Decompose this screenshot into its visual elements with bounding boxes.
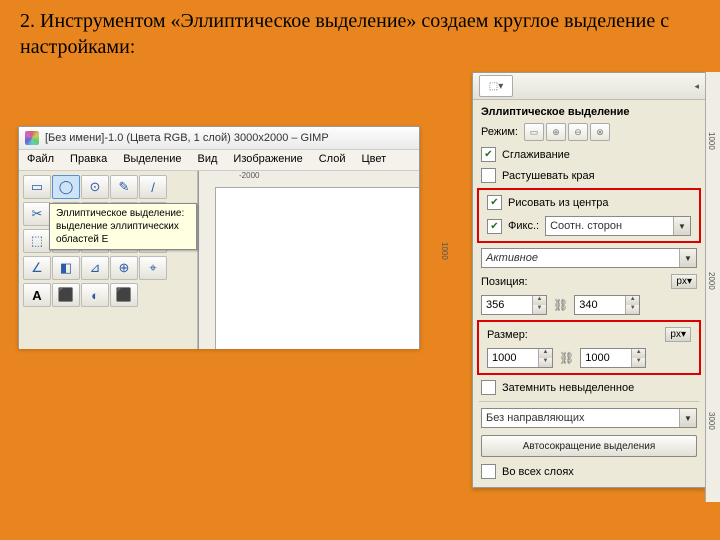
tool-text[interactable]: A: [23, 283, 51, 307]
tool-scissors[interactable]: ✂: [23, 202, 51, 226]
tool-fuzzy-select[interactable]: ✎: [110, 175, 138, 199]
gimp-icon: [25, 131, 39, 145]
autoshrink-button[interactable]: Автосокращение выделения: [481, 435, 697, 457]
from-center-checkbox[interactable]: ✔: [487, 195, 502, 210]
size-h-input[interactable]: 1000 ▲▼: [580, 348, 646, 368]
canvas-area[interactable]: -2000 1000: [198, 171, 419, 349]
feather-checkbox[interactable]: [481, 168, 496, 183]
tool-bucket[interactable]: ⬛: [52, 283, 80, 307]
tool-rect-select[interactable]: ▭: [23, 175, 51, 199]
spin-down-icon[interactable]: ▼: [631, 358, 645, 367]
highlight-size: Размер: px▾ 1000 ▲▼ ⛓ 1000 ▲▼: [477, 320, 701, 375]
ruler-mark: 2000: [707, 272, 716, 290]
highlight-center-fixed: ✔ Рисовать из центра ✔ Фикс.: Соотн. сто…: [477, 188, 701, 243]
dropdown-caret-icon[interactable]: ▼: [679, 409, 696, 427]
ruler-mark: 1000: [707, 132, 716, 150]
menu-image[interactable]: Изображение: [225, 150, 310, 170]
spin-down-icon[interactable]: ▼: [532, 305, 546, 314]
tool-shear[interactable]: ◧: [52, 256, 80, 280]
window-title: [Без имени]-1.0 (Цвета RGB, 1 слой) 3000…: [45, 132, 329, 144]
position-label: Позиция:: [481, 276, 528, 288]
menu-layer[interactable]: Слой: [311, 150, 354, 170]
mode-intersect-icon[interactable]: ⊗: [590, 123, 610, 141]
mode-add-icon[interactable]: ⊕: [546, 123, 566, 141]
pos-y-input[interactable]: 340 ▲▼: [574, 295, 640, 315]
from-center-label: Рисовать из центра: [508, 197, 609, 209]
ruler-left: [199, 187, 216, 349]
ruler-mark: 3000: [707, 412, 716, 430]
all-layers-checkbox[interactable]: [481, 464, 496, 479]
spin-up-icon[interactable]: ▲: [532, 296, 546, 305]
tool-measure[interactable]: ⬚: [23, 229, 51, 253]
mode-label: Режим:: [481, 126, 518, 138]
mode-row: Режим: ▭ ⊕ ⊖ ⊗: [473, 120, 705, 144]
fixed-label: Фикс.:: [508, 220, 539, 232]
pos-x-input[interactable]: 356 ▲▼: [481, 295, 547, 315]
dropdown-caret-icon[interactable]: ▼: [679, 249, 696, 267]
pos-x-value: 356: [486, 299, 504, 311]
spin-up-icon[interactable]: ▲: [538, 349, 552, 358]
tool-perspective[interactable]: ⊿: [81, 256, 109, 280]
dropdown-caret-icon[interactable]: ▼: [673, 217, 690, 235]
options-tabrow: ⬚▾ ◂: [473, 73, 705, 100]
tab-menu-caret-icon[interactable]: ◂: [694, 81, 699, 92]
menu-file[interactable]: Файл: [19, 150, 62, 170]
tab-tool-options-icon[interactable]: ⬚▾: [479, 75, 513, 97]
menubar: Файл Правка Выделение Вид Изображение Сл…: [19, 150, 419, 171]
antialias-checkbox[interactable]: ✔: [481, 147, 496, 162]
ruler-side-label: 1000: [440, 242, 449, 260]
menu-edit[interactable]: Правка: [62, 150, 115, 170]
spin-up-icon[interactable]: ▲: [631, 349, 645, 358]
tool-flip[interactable]: ⊕: [110, 256, 138, 280]
tool-cage[interactable]: ⌖: [139, 256, 167, 280]
tool-color-select[interactable]: /: [139, 175, 167, 199]
menu-select[interactable]: Выделение: [115, 150, 189, 170]
tool-options-panel: ⬚▾ ◂ Эллиптическое выделение Режим: ▭ ⊕ …: [472, 72, 706, 488]
feather-label: Растушевать края: [502, 170, 595, 182]
tooltip: Эллиптическое выделение: выделение эллип…: [49, 203, 197, 250]
guides-value: Без направляющих: [486, 412, 585, 424]
mode-subtract-icon[interactable]: ⊖: [568, 123, 588, 141]
menu-view[interactable]: Вид: [190, 150, 226, 170]
gimp-main-window: [Без имени]-1.0 (Цвета RGB, 1 слой) 3000…: [18, 126, 420, 348]
spin-down-icon[interactable]: ▼: [625, 305, 639, 314]
fixed-value: Соотн. сторон: [550, 220, 622, 232]
darken-checkbox[interactable]: [481, 380, 496, 395]
size-w-input[interactable]: 1000 ▲▼: [487, 348, 553, 368]
right-ruler: 1000 2000 3000: [705, 72, 720, 502]
mode-replace-icon[interactable]: ▭: [524, 123, 544, 141]
options-title: Эллиптическое выделение: [473, 100, 705, 120]
titlebar: [Без имени]-1.0 (Цвета RGB, 1 слой) 3000…: [19, 127, 419, 150]
size-w-value: 1000: [492, 352, 516, 364]
tool-gradient[interactable]: ◐: [81, 283, 109, 307]
link-icon[interactable]: ⛓: [553, 298, 568, 312]
spin-down-icon[interactable]: ▼: [538, 358, 552, 367]
fixed-checkbox[interactable]: ✔: [487, 219, 502, 234]
active-value: Активное: [486, 252, 538, 264]
guides-dropdown[interactable]: Без направляющих ▼: [481, 408, 697, 428]
instruction-text: 2. Инструментом «Эллиптическое выделение…: [20, 8, 700, 60]
link-icon[interactable]: ⛓: [559, 351, 574, 365]
active-dropdown[interactable]: Активное ▼: [481, 248, 697, 268]
all-layers-label: Во всех слоях: [502, 466, 574, 478]
toolbox: ▭ ◯ ⊙ ✎ / ✂ ⌖ ↔ ⟲ ⤡ ⬚ ⇱ ⇲ ⌂ ▭ ∠ ◧ ⊿ ⊕ ⌖: [19, 171, 198, 349]
tooltip-body: выделение эллиптических областей E: [56, 220, 190, 246]
size-h-value: 1000: [585, 352, 609, 364]
tool-scale[interactable]: ∠: [23, 256, 51, 280]
pos-y-value: 340: [579, 299, 597, 311]
menu-color[interactable]: Цвет: [353, 150, 394, 170]
size-unit[interactable]: px▾: [665, 327, 691, 342]
ruler-top: -2000: [199, 171, 419, 188]
tool-ellipse-select[interactable]: ◯: [52, 175, 80, 199]
tooltip-title: Эллиптическое выделение:: [56, 207, 190, 220]
size-label: Размер:: [487, 329, 528, 341]
darken-label: Затемнить невыделенное: [502, 382, 634, 394]
antialias-label: Сглаживание: [502, 149, 570, 161]
tool-free-select[interactable]: ⊙: [81, 175, 109, 199]
position-unit[interactable]: px▾: [671, 274, 697, 289]
spin-up-icon[interactable]: ▲: [625, 296, 639, 305]
fixed-dropdown[interactable]: Соотн. сторон ▼: [545, 216, 691, 236]
tool-pencil[interactable]: ⬛: [110, 283, 138, 307]
